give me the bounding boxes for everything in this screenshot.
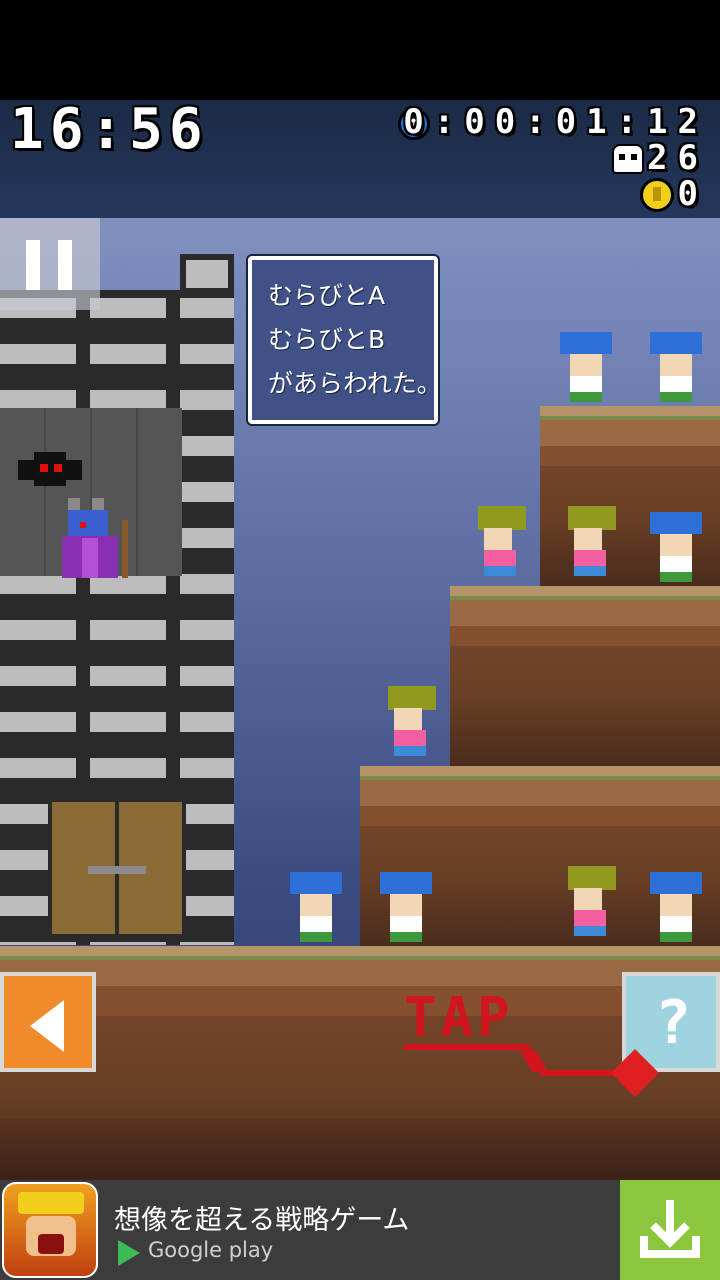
clock-display: 16:56 bbox=[10, 97, 209, 162]
coin-count: 0 bbox=[677, 174, 708, 214]
villager-spiky-hair bbox=[380, 686, 440, 766]
ad-title: 想像を超える戦略ゲーム bbox=[114, 1205, 410, 1236]
cliff-middle-ledge bbox=[450, 586, 720, 646]
ad-app-icon[interactable] bbox=[2, 1182, 98, 1278]
villager-blue-cap bbox=[556, 332, 616, 412]
help-label: ? bbox=[654, 988, 692, 1058]
villager-blue-cap bbox=[376, 872, 436, 952]
villager-blue-cap bbox=[286, 872, 346, 952]
message-line: むらびとA bbox=[268, 281, 386, 310]
bat-enemy bbox=[18, 452, 82, 486]
villager-blue-cap bbox=[646, 872, 706, 952]
villager-spiky-hair bbox=[560, 866, 620, 946]
encounter-message-box: むらびとA むらびとB があらわれた。 bbox=[246, 254, 442, 426]
status-bar-area bbox=[0, 0, 720, 100]
cliff-lower-ledge bbox=[360, 766, 720, 826]
skull-icon bbox=[612, 144, 644, 174]
pause-icon bbox=[0, 218, 100, 310]
demon-lord-character bbox=[62, 498, 142, 578]
villager-blue-cap bbox=[646, 512, 706, 592]
castle-battlement bbox=[180, 254, 234, 294]
elapsed-time: 0:00:01:12 bbox=[403, 102, 708, 142]
castle-door[interactable] bbox=[48, 798, 186, 938]
download-button[interactable] bbox=[620, 1180, 720, 1280]
tap-label: TAP bbox=[404, 986, 514, 1049]
ground-surface bbox=[0, 946, 720, 1016]
villager-spiky-hair bbox=[560, 506, 620, 586]
ground-bedrock bbox=[0, 1118, 720, 1180]
villager-spiky-hair bbox=[470, 506, 530, 586]
message-line: があらわれた。 bbox=[268, 369, 442, 398]
google-play-icon bbox=[118, 1240, 140, 1266]
message-line: むらびとB bbox=[268, 325, 386, 354]
ad-store-label: Google play bbox=[148, 1238, 274, 1262]
pause-button[interactable] bbox=[0, 218, 100, 310]
cliff-top-ledge bbox=[540, 406, 720, 466]
coin-icon bbox=[640, 178, 674, 212]
back-button[interactable] bbox=[0, 972, 96, 1072]
villager-blue-cap bbox=[646, 332, 706, 412]
left-arrow-icon bbox=[30, 1000, 64, 1052]
download-icon bbox=[620, 1180, 720, 1280]
death-count: 26 bbox=[647, 138, 708, 178]
